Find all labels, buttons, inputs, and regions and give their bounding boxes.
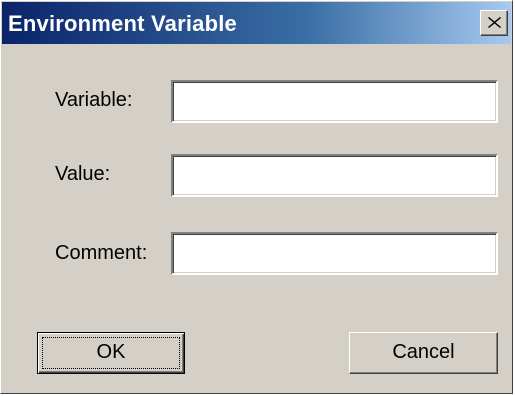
value-input[interactable] (171, 154, 498, 197)
variable-label: Variable: (55, 89, 133, 111)
ok-button[interactable]: OK (37, 332, 185, 374)
dialog-title: Environment Variable (8, 11, 237, 36)
environment-variable-dialog: Environment Variable Variable: Value: Co… (0, 0, 513, 394)
cancel-button[interactable]: Cancel (349, 332, 498, 374)
title-bar[interactable]: Environment Variable (2, 2, 511, 44)
close-button[interactable] (480, 10, 508, 36)
close-x-icon (488, 17, 501, 28)
comment-input[interactable] (171, 232, 498, 275)
comment-label: Comment: (55, 242, 148, 264)
value-label: Value: (55, 163, 111, 185)
ok-button-label: OK (96, 341, 126, 363)
cancel-button-label: Cancel (392, 341, 455, 363)
variable-input[interactable] (171, 80, 498, 123)
